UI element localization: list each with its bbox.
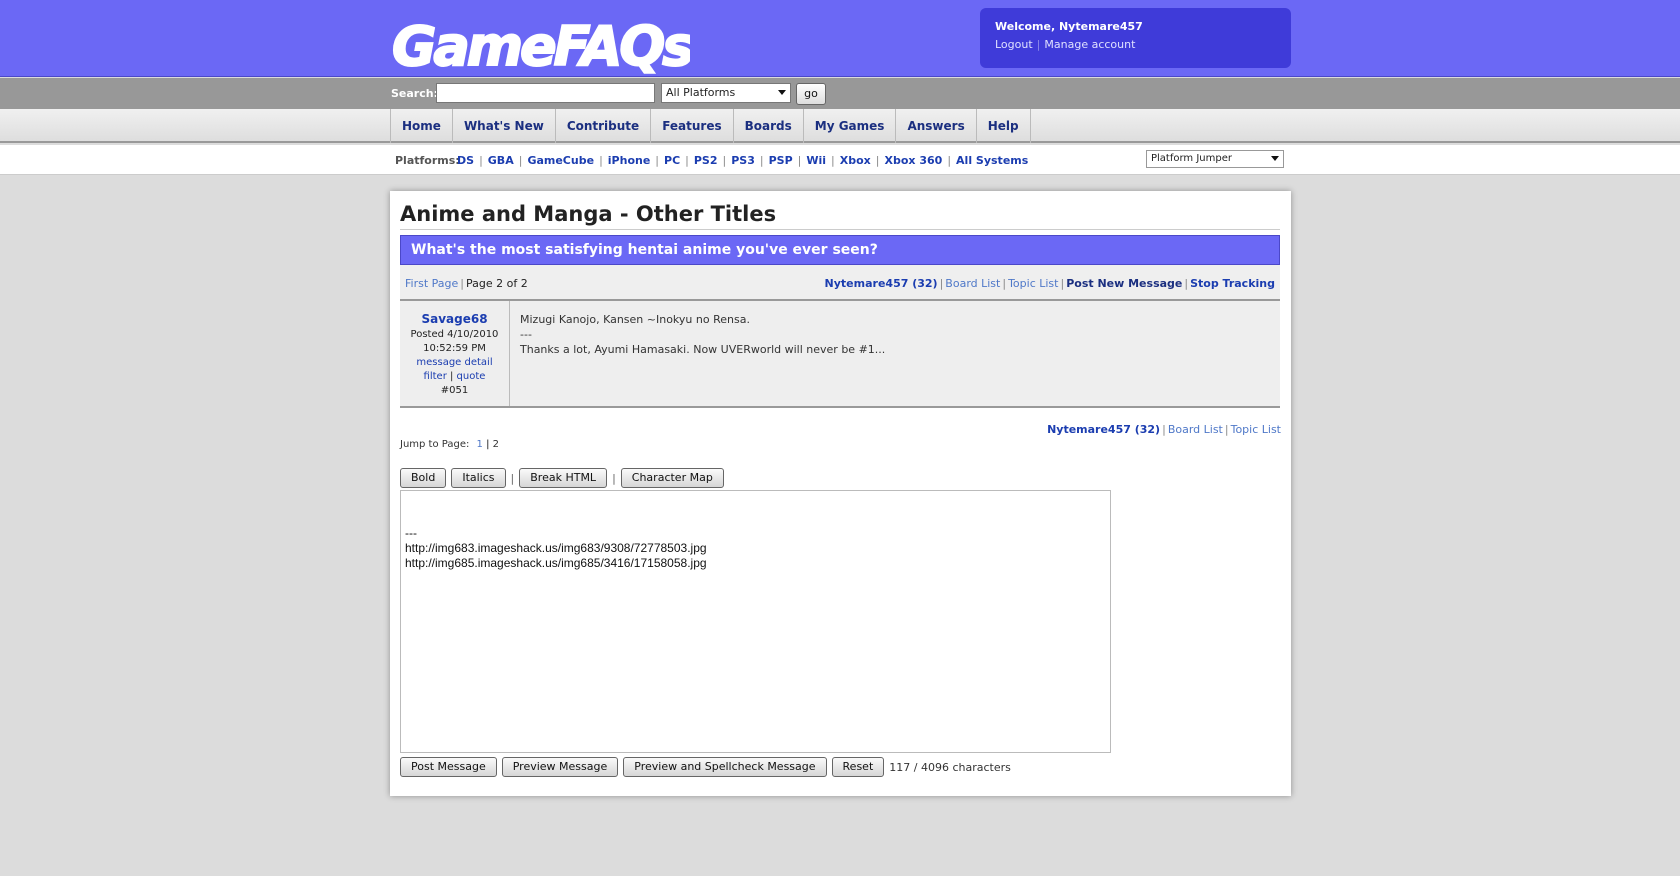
nav-features[interactable]: Features: [651, 109, 734, 143]
separator: |: [1036, 38, 1041, 51]
nav-my-games[interactable]: My Games: [804, 109, 897, 143]
platform-link-xbox[interactable]: Xbox: [840, 154, 871, 167]
go-button[interactable]: go: [796, 83, 826, 105]
italics-button[interactable]: Italics: [451, 468, 506, 488]
board-list-link[interactable]: Board List: [945, 277, 1000, 290]
bold-button[interactable]: Bold: [400, 468, 447, 488]
platform-link-ds[interactable]: DS: [457, 154, 474, 167]
platform-link-psp[interactable]: PSP: [769, 154, 793, 167]
message-line: Mizugi Kanojo, Kansen ~Inokyu no Rensa.: [520, 313, 750, 326]
preview-message-button[interactable]: Preview Message: [501, 757, 619, 777]
character-count: 117 / 4096 characters: [889, 760, 1011, 774]
quote-link[interactable]: quote: [457, 371, 486, 382]
message-number: #051: [440, 385, 469, 396]
platform-link-all-systems[interactable]: All Systems: [956, 154, 1028, 167]
message-body: Mizugi Kanojo, Kansen ~Inokyu no Rensa. …: [520, 312, 1260, 357]
welcome-text: Welcome, Nytemare457: [995, 20, 1143, 33]
main-nav: Home What's New Contribute Features Boar…: [0, 109, 1680, 143]
chevron-down-icon: [778, 90, 786, 95]
preview-spellcheck-button[interactable]: Preview and Spellcheck Message: [623, 757, 827, 777]
gamefaqs-logo[interactable]: GameFAQs: [390, 10, 690, 78]
platform-link-ps3[interactable]: PS3: [731, 154, 755, 167]
stop-tracking-link[interactable]: Stop Tracking: [1190, 277, 1275, 290]
author-link[interactable]: Savage68: [421, 312, 487, 326]
platform-link-gba[interactable]: GBA: [488, 154, 514, 167]
site-header: GameFAQs Welcome, Nytemare457 Logout | Man…: [0, 0, 1680, 78]
posted-time: 10:52:59 PM: [423, 343, 486, 354]
user-link[interactable]: Nytemare457 (32): [825, 277, 938, 290]
search-bar: Search: All Platforms go: [0, 78, 1680, 109]
post-actions: Post Message Preview Message Preview and…: [400, 757, 1011, 777]
user-link-bottom[interactable]: Nytemare457 (32): [1047, 423, 1160, 436]
message-detail-link[interactable]: message detail: [416, 357, 492, 368]
message-row: Savage68 Posted 4/10/2010 10:52:59 PM me…: [400, 301, 1280, 408]
svg-text:GameFAQs: GameFAQs: [392, 15, 690, 78]
page-1-link[interactable]: 1: [477, 439, 483, 450]
topic-list-link[interactable]: Topic List: [1008, 277, 1058, 290]
page-2-current: 2: [492, 439, 500, 450]
platforms-label: Platforms:: [395, 154, 460, 167]
message-author-panel: Savage68 Posted 4/10/2010 10:52:59 PM me…: [400, 301, 510, 406]
message-textarea[interactable]: --- http://img683.imageshack.us/img683/9…: [400, 490, 1111, 753]
character-map-button[interactable]: Character Map: [620, 468, 724, 488]
welcome-box: Welcome, Nytemare457 Logout | Manage accou…: [980, 8, 1291, 68]
search-input[interactable]: [436, 83, 655, 103]
jump-label: Jump to Page:: [400, 439, 470, 450]
platform-select-value: All Platforms: [666, 86, 736, 99]
first-page-link[interactable]: First Page: [405, 277, 458, 290]
platform-jumper-value: Platform Jumper: [1151, 153, 1232, 164]
topic-list-link-bottom[interactable]: Topic List: [1231, 423, 1281, 436]
content-card: Anime and Manga - Other Titles What's th…: [390, 191, 1291, 796]
reset-button[interactable]: Reset: [831, 757, 885, 777]
nav-help[interactable]: Help: [977, 109, 1031, 143]
board-title: Anime and Manga - Other Titles: [400, 202, 1280, 230]
search-label: Search:: [391, 87, 438, 100]
nav-home[interactable]: Home: [391, 109, 453, 143]
platform-jumper-select[interactable]: Platform Jumper: [1146, 150, 1284, 168]
platform-link-xbox-360[interactable]: Xbox 360: [885, 154, 943, 167]
page-bar: First Page | Page 2 of 2 Nytemare457 (32) |…: [400, 265, 1280, 301]
jump-to-page: Jump to Page: 1 | 2: [400, 439, 500, 450]
filter-link[interactable]: filter: [424, 371, 447, 382]
platform-link-iphone[interactable]: iPhone: [608, 154, 651, 167]
platform-select[interactable]: All Platforms: [661, 83, 791, 103]
manage-account-link[interactable]: Manage account: [1044, 38, 1135, 51]
topic-title: What's the most satisfying hentai anime …: [400, 235, 1280, 265]
bottom-nav: Nytemare457 (32) | Board List | Topic List: [1047, 423, 1281, 436]
platform-link-pc[interactable]: PC: [664, 154, 680, 167]
platform-link-ps2[interactable]: PS2: [694, 154, 718, 167]
platform-strip: Platforms: DS | GBA | GameCube | iPhone | PC | PS2…: [0, 145, 1680, 175]
editor-toolbar: Bold Italics | Break HTML | Character Ma…: [400, 468, 729, 488]
board-list-link-bottom[interactable]: Board List: [1168, 423, 1223, 436]
break-html-button[interactable]: Break HTML: [519, 468, 608, 488]
message-signature-separator: ---: [520, 328, 532, 341]
logout-link[interactable]: Logout: [995, 38, 1033, 51]
posted-date: Posted 4/10/2010: [410, 329, 499, 340]
chevron-down-icon: [1271, 156, 1279, 161]
nav-boards[interactable]: Boards: [734, 109, 804, 143]
nav-whats-new[interactable]: What's New: [453, 109, 556, 143]
message-signature: Thanks a lot, Ayumi Hamasaki. Now UVERwo…: [520, 343, 886, 356]
post-new-message-link[interactable]: Post New Message: [1066, 277, 1182, 290]
platform-link-gamecube[interactable]: GameCube: [527, 154, 594, 167]
post-message-button[interactable]: Post Message: [400, 757, 497, 777]
platform-link-wii[interactable]: Wii: [806, 154, 826, 167]
nav-contribute[interactable]: Contribute: [556, 109, 652, 143]
nav-answers[interactable]: Answers: [896, 109, 977, 143]
page-info: Page 2 of 2: [466, 277, 528, 290]
